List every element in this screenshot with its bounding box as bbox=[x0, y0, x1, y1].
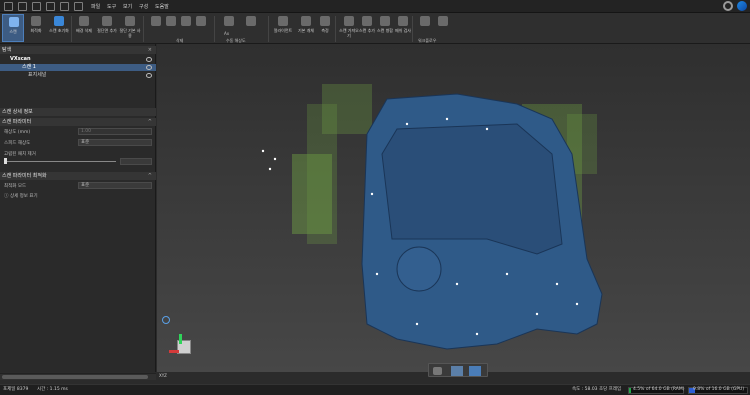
mesh-inspect-icon bbox=[398, 16, 408, 26]
noise-label: 고립된 패치 제거 bbox=[4, 152, 36, 157]
menu-config[interactable]: 구성 bbox=[139, 3, 148, 10]
ram-readout: 4.5% of 64.0 GB (RAM) bbox=[633, 387, 685, 392]
target-count: 포제일 8379 bbox=[3, 387, 29, 392]
scan-params-header[interactable]: 스캔 파라미터 ^ bbox=[0, 118, 156, 126]
merge-scan-icon bbox=[380, 16, 390, 26]
left-panel: 탐색 × VXscan 스캔 1 표지세널 스캔 상세 정보 스캔 파라미터 ^ 해… bbox=[0, 44, 156, 372]
add-scan-icon bbox=[362, 16, 372, 26]
divider bbox=[71, 16, 72, 42]
panel-scrollbar[interactable] bbox=[0, 373, 156, 380]
workflow-a-icon bbox=[420, 16, 430, 26]
scan-model-render bbox=[261, 84, 603, 350]
open-file-icon[interactable] bbox=[32, 2, 41, 11]
alignment-icon bbox=[278, 16, 288, 26]
speed-label: 스피드 해상도 bbox=[4, 141, 31, 146]
render-mode-icon[interactable] bbox=[433, 367, 442, 375]
divider bbox=[412, 16, 413, 42]
view-mode-icon[interactable] bbox=[469, 366, 481, 376]
delete-icon bbox=[196, 16, 206, 26]
menu-help[interactable]: 도움말 bbox=[155, 3, 169, 10]
3d-viewport[interactable]: XYZ bbox=[157, 44, 750, 378]
noise-value-field[interactable] bbox=[120, 158, 152, 165]
add-cut-plane-button[interactable]: 절단면 추가 bbox=[96, 14, 118, 42]
ram-fill bbox=[629, 388, 632, 393]
scan-icon bbox=[9, 17, 19, 27]
delete-background-button[interactable]: 배경 삭제 bbox=[73, 14, 95, 42]
tree-item-scan[interactable]: 스캔 1 bbox=[0, 64, 156, 71]
move-icon bbox=[224, 16, 234, 26]
collapse-icon[interactable]: ^ bbox=[148, 172, 152, 180]
axis-cube-icon[interactable] bbox=[169, 334, 195, 360]
save-icon[interactable] bbox=[46, 2, 55, 11]
speaker-recess bbox=[396, 246, 442, 292]
ribbon-toolbar: 스캔 최적화 스캔 초기화 배경 삭제 절단면 추가 절단 기본 사용 삭제 A… bbox=[0, 13, 750, 44]
window-opening bbox=[381, 123, 563, 255]
home-icon[interactable] bbox=[4, 2, 13, 11]
close-icon[interactable]: × bbox=[148, 46, 152, 54]
divider bbox=[335, 16, 336, 42]
eye-icon[interactable] bbox=[146, 57, 152, 62]
scan-reset-button[interactable]: 스캔 초기화 bbox=[48, 14, 70, 42]
menu-file[interactable]: 파일 bbox=[91, 3, 100, 10]
primitive-icon bbox=[301, 16, 311, 26]
orbit-icon[interactable] bbox=[162, 316, 170, 324]
rotate-icon bbox=[246, 16, 256, 26]
opt-mode-label: 최적화 모드 bbox=[4, 184, 27, 189]
measure-button[interactable]: 측정 bbox=[314, 14, 336, 42]
title-bar: 파일 도구 보기 구성 도움말 bbox=[0, 0, 750, 13]
menu-tools[interactable]: 도구 bbox=[107, 3, 116, 10]
detail-info-link[interactable]: ⓘ 상세 정보 표기 bbox=[4, 193, 38, 199]
axis-label: XYZ bbox=[159, 373, 167, 378]
cut-default-button[interactable]: 절단 기본 사용 bbox=[119, 14, 141, 42]
delete-background-icon bbox=[79, 16, 89, 26]
viewport-toolbar bbox=[428, 363, 488, 377]
explorer-header: 탐색 × bbox=[0, 46, 156, 54]
resolution-label: 해상도 (mm) bbox=[4, 130, 31, 135]
optimize-icon bbox=[31, 16, 41, 26]
gpu-readout: 9.8% of 16.0 GB (GPU) bbox=[693, 387, 745, 392]
fps-readout: 속도 : 58.03 초당 프레임 bbox=[572, 387, 622, 392]
workflow-b-icon bbox=[438, 16, 448, 26]
cut-default-icon bbox=[125, 16, 135, 26]
eye-icon[interactable] bbox=[146, 65, 152, 70]
status-bar: 포제일 8379 시간 : 1.15 ms 속도 : 58.03 초당 프레임 … bbox=[0, 384, 750, 395]
eye-icon[interactable] bbox=[146, 73, 152, 78]
mesh-inspect-button[interactable]: 메쉬 검사 bbox=[392, 14, 414, 42]
scan-button[interactable]: 스캔 bbox=[2, 14, 24, 42]
vxelements-window: 파일 도구 보기 구성 도움말 스캔 최적화 스캔 초기화 배경 삭제 절단면 … bbox=[0, 0, 750, 395]
divider bbox=[143, 16, 144, 42]
noise-slider[interactable] bbox=[4, 161, 116, 162]
scan-info-header[interactable]: 스캔 상세 정보 bbox=[0, 108, 156, 116]
settings-icon[interactable] bbox=[723, 1, 733, 11]
speed-select[interactable]: 표준 bbox=[78, 139, 152, 146]
frame-time: 시간 : 1.15 ms bbox=[37, 387, 68, 392]
slider-thumb[interactable] bbox=[4, 158, 7, 164]
new-file-icon[interactable] bbox=[18, 2, 27, 11]
app-logo-icon bbox=[737, 1, 747, 11]
menu-view[interactable]: 보기 bbox=[123, 3, 132, 10]
optimize-button[interactable]: 최적화 bbox=[25, 14, 47, 42]
delete-button[interactable] bbox=[190, 14, 212, 42]
optimize-header[interactable]: 스캔 파라미터 최적화 ^ bbox=[0, 172, 156, 180]
divider bbox=[268, 16, 269, 42]
divider bbox=[214, 16, 215, 42]
display-mode-icon[interactable] bbox=[451, 366, 463, 376]
opt-mode-select[interactable]: 표준 bbox=[78, 182, 152, 189]
alignment-button[interactable]: 얼라이먼트 bbox=[272, 14, 294, 42]
resolution-field[interactable]: 1.00 bbox=[78, 128, 152, 135]
tree-item-targets[interactable]: 표지세널 bbox=[0, 72, 156, 79]
scan-reset-icon bbox=[54, 16, 64, 26]
tree-item-project[interactable]: VXscan bbox=[0, 56, 156, 63]
import-scan-icon bbox=[344, 16, 354, 26]
add-cut-plane-icon bbox=[102, 16, 112, 26]
export-icon[interactable] bbox=[74, 2, 83, 11]
save-as-icon[interactable] bbox=[60, 2, 69, 11]
measure-icon bbox=[320, 16, 330, 26]
collapse-icon[interactable]: ^ bbox=[148, 118, 152, 126]
